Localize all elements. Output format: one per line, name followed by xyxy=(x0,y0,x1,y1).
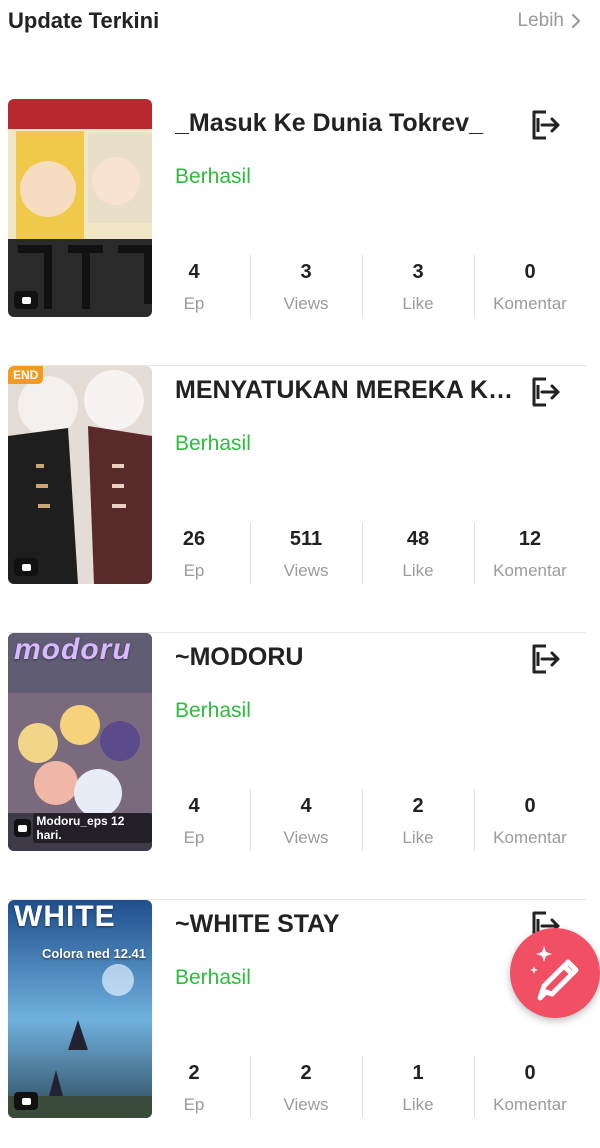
story-card[interactable]: WHITE Colora ned 12.41 ~WHITE STAY Berha… xyxy=(8,900,586,1148)
stat-value: 0 xyxy=(524,795,536,817)
story-card[interactable]: _Masuk Ke Dunia Tokrev_ Berhasil 4 Ep 3 Vi… xyxy=(8,99,586,366)
stat-label: Ep xyxy=(183,294,205,313)
section-title: Update Terkini xyxy=(8,8,160,33)
cover-caption: Modoru_eps 12 hari. xyxy=(33,813,152,843)
cover-comment xyxy=(14,1092,38,1110)
share-exit-icon[interactable] xyxy=(526,107,562,143)
stat-label: Komentar xyxy=(493,294,567,313)
stat-value: 2 xyxy=(412,795,424,817)
cover-art xyxy=(8,99,152,317)
stat-likes: 2 Like xyxy=(362,789,474,851)
stat-label: Like xyxy=(402,561,434,580)
story-cover[interactable] xyxy=(8,99,152,317)
stat-comments: 0 Komentar xyxy=(474,789,586,851)
stat-value: 0 xyxy=(524,1062,536,1084)
stat-likes: 1 Like xyxy=(362,1056,474,1118)
comment-bubble-icon xyxy=(14,558,38,576)
stat-value: 511 xyxy=(289,528,323,550)
story-stats: 4 Ep 3 Views 3 Like 0 Komentar xyxy=(138,255,586,317)
stat-value: 4 xyxy=(188,795,200,817)
stat-label: Views xyxy=(283,561,329,580)
stat-value: 1 xyxy=(412,1062,424,1084)
story-card[interactable]: END MENYATUKAN MEREKA KE... Berhasil 26 E… xyxy=(8,366,586,633)
stat-episodes: 4 Ep xyxy=(138,255,250,317)
cover-art xyxy=(8,366,152,584)
comment-bubble-icon xyxy=(14,291,38,309)
stat-views: 3 Views xyxy=(250,255,362,317)
story-cover[interactable]: modoru Modoru_eps 12 hari. xyxy=(8,633,152,851)
stat-label: Komentar xyxy=(493,561,567,580)
story-title[interactable]: _Masuk Ke Dunia Tokrev_ xyxy=(175,109,525,138)
write-story-button[interactable] xyxy=(510,928,600,1018)
stat-views: 2 Views xyxy=(250,1056,362,1118)
stat-episodes: 2 Ep xyxy=(138,1056,250,1118)
stat-views: 4 Views xyxy=(250,789,362,851)
stat-value: 4 xyxy=(188,261,200,283)
stat-views: 511 Views xyxy=(250,522,362,584)
stat-label: Views xyxy=(283,828,329,847)
stat-label: Like xyxy=(402,294,434,313)
share-exit-icon[interactable] xyxy=(526,374,562,410)
stat-comments: 12 Komentar xyxy=(474,522,586,584)
cover-comment xyxy=(14,291,38,309)
stat-label: Ep xyxy=(183,1095,205,1114)
comment-bubble-icon xyxy=(14,819,32,837)
story-title[interactable]: ~WHITE STAY xyxy=(175,910,525,939)
stat-value: 26 xyxy=(182,528,206,550)
stat-value: 2 xyxy=(300,1062,312,1084)
pencil-sparkle-icon xyxy=(530,946,579,1001)
stat-value: 0 xyxy=(524,261,536,283)
stat-episodes: 26 Ep xyxy=(138,522,250,584)
stat-value: 3 xyxy=(300,261,312,283)
story-stats: 26 Ep 511 Views 48 Like 12 Komentar xyxy=(138,522,586,584)
stat-comments: 0 Komentar xyxy=(474,1056,586,1118)
cover-subtitle: Colora ned 12.41 xyxy=(41,946,146,961)
section-header: Update Terkini Lebih xyxy=(0,0,600,44)
story-title[interactable]: MENYATUKAN MEREKA KE... xyxy=(175,376,525,405)
cover-comment xyxy=(14,558,38,576)
stat-value: 4 xyxy=(300,795,312,817)
story-title[interactable]: ~MODORU xyxy=(175,643,525,672)
publish-status: Berhasil xyxy=(175,165,251,188)
stat-label: Komentar xyxy=(493,828,567,847)
story-cover[interactable]: END xyxy=(8,366,152,584)
stat-label: Views xyxy=(283,294,329,313)
stat-value: 2 xyxy=(188,1062,200,1084)
chevron-right-icon xyxy=(571,13,581,29)
stat-likes: 48 Like xyxy=(362,522,474,584)
publish-status: Berhasil xyxy=(175,432,251,455)
stat-value: 48 xyxy=(406,528,430,550)
stat-comments: 0 Komentar xyxy=(474,255,586,317)
stat-label: Like xyxy=(402,828,434,847)
cover-title: WHITE xyxy=(14,900,116,933)
stat-likes: 3 Like xyxy=(362,255,474,317)
stat-label: Views xyxy=(283,1095,329,1114)
stat-label: Like xyxy=(402,1095,434,1114)
story-stats: 2 Ep 2 Views 1 Like 0 Komentar xyxy=(138,1056,586,1118)
story-stats: 4 Ep 4 Views 2 Like 0 Komentar xyxy=(138,789,586,851)
end-badge: END xyxy=(8,366,44,384)
stat-label: Komentar xyxy=(493,1095,567,1114)
stat-value: 3 xyxy=(412,261,424,283)
stat-label: Ep xyxy=(183,561,205,580)
story-cover[interactable]: WHITE Colora ned 12.41 xyxy=(8,900,152,1118)
story-list: _Masuk Ke Dunia Tokrev_ Berhasil 4 Ep 3 Vi… xyxy=(8,99,586,1148)
comment-bubble-icon xyxy=(14,1092,38,1110)
publish-status: Berhasil xyxy=(175,966,251,989)
more-link[interactable]: Lebih xyxy=(518,10,583,32)
more-label: Lebih xyxy=(517,10,565,31)
stat-label: Ep xyxy=(183,828,205,847)
stat-episodes: 4 Ep xyxy=(138,789,250,851)
publish-status: Berhasil xyxy=(175,699,251,722)
stat-value: 12 xyxy=(518,528,542,550)
cover-title: modoru xyxy=(14,633,132,666)
cover-comment: Modoru_eps 12 hari. xyxy=(14,813,152,843)
share-exit-icon[interactable] xyxy=(526,641,562,677)
story-card[interactable]: modoru Modoru_eps 12 hari. ~MODORU Berha… xyxy=(8,633,586,900)
